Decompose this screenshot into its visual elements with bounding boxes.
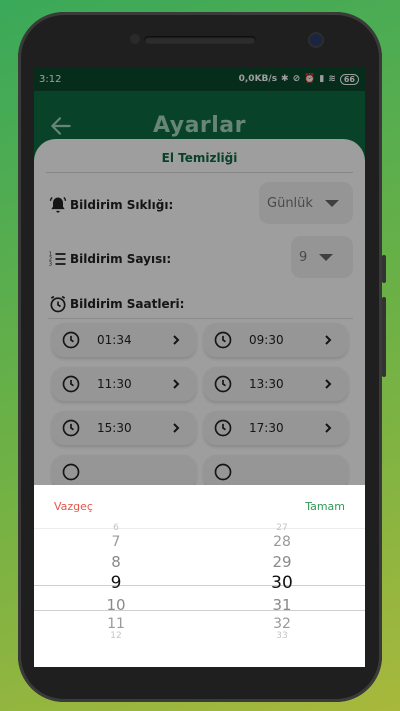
phone-frame: 3:12 0,0KB/s ✱ ⊘ ⏰ ▮ ≋ 66 Ayarlar El Tem…: [18, 12, 386, 702]
minute-option[interactable]: 33: [242, 631, 322, 641]
hour-option[interactable]: 7: [76, 534, 156, 550]
hour-option[interactable]: 11: [76, 616, 156, 632]
hour-option[interactable]: 6: [76, 523, 156, 533]
done-button[interactable]: Tamam: [305, 500, 345, 513]
speaker-grille: [144, 36, 256, 44]
screen: 3:12 0,0KB/s ✱ ⊘ ⏰ ▮ ≋ 66 Ayarlar El Tem…: [34, 67, 365, 667]
cancel-button[interactable]: Vazgeç: [54, 500, 93, 513]
hour-option[interactable]: 10: [76, 596, 156, 614]
volume-button: [382, 297, 386, 377]
hour-option[interactable]: 9: [76, 573, 156, 593]
minute-wheel[interactable]: 27 28 29 30 31 32 33: [242, 523, 322, 667]
hour-option[interactable]: 8: [76, 553, 156, 571]
phone-top-bezel: [48, 22, 352, 62]
side-button: [382, 255, 386, 283]
time-picker-sheet: Vazgeç Tamam 6 7 8 9 10 11 12 27 28 29 30 31 32 33: [34, 485, 365, 667]
time-picker[interactable]: 6 7 8 9 10 11 12 27 28 29 30 31 32 33: [34, 523, 365, 667]
front-camera: [310, 34, 322, 46]
minute-option[interactable]: 28: [242, 534, 322, 550]
minute-option[interactable]: 30: [242, 573, 322, 593]
minute-option[interactable]: 27: [242, 523, 322, 533]
hour-option[interactable]: 12: [76, 631, 156, 641]
minute-option[interactable]: 29: [242, 553, 322, 571]
hour-wheel[interactable]: 6 7 8 9 10 11 12: [76, 523, 156, 667]
minute-option[interactable]: 32: [242, 616, 322, 632]
minute-option[interactable]: 31: [242, 596, 322, 614]
sensor: [130, 34, 140, 44]
